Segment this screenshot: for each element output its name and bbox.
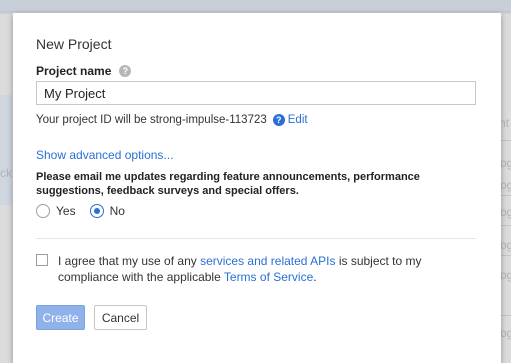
agree-text-suffix: .	[313, 270, 317, 284]
services-apis-link[interactable]: services and related APIs	[200, 254, 335, 268]
cancel-button[interactable]: Cancel	[94, 305, 147, 330]
radio-option-yes[interactable]: Yes	[36, 204, 76, 218]
background-text: og	[500, 238, 511, 252]
show-advanced-options-link[interactable]: Show advanced options...	[36, 148, 173, 162]
terms-agreement-text: I agree that my use of any services and …	[58, 253, 458, 285]
background-divider	[501, 255, 511, 256]
background-text: og	[500, 205, 511, 219]
help-circle-icon[interactable]: ?	[272, 114, 285, 126]
background-divider	[501, 195, 511, 196]
project-id-text: Your project ID will be strong-impulse-1…	[36, 114, 267, 126]
radio-no-label: No	[109, 204, 125, 218]
dialog-title: New Project	[36, 36, 112, 52]
background-text: og	[500, 268, 511, 282]
project-name-label-text: Project name	[36, 64, 112, 78]
radio-yes-label: Yes	[56, 204, 76, 218]
create-button[interactable]: Create	[36, 305, 85, 330]
background-topbar	[0, 0, 511, 14]
new-project-dialog: New Project Project name ? Your project …	[13, 13, 501, 363]
project-id-line: Your project ID will be strong-impulse-1…	[36, 114, 308, 126]
section-divider	[36, 238, 476, 239]
radio-yes[interactable]	[36, 204, 50, 218]
help-circle-icon[interactable]: ?	[119, 65, 132, 77]
background-left-panel	[0, 95, 12, 205]
background-divider	[501, 225, 511, 226]
terms-of-service-link[interactable]: Terms of Service	[224, 270, 313, 284]
email-updates-radio-group: Yes No	[36, 204, 139, 218]
terms-agreement-row: I agree that my use of any services and …	[36, 253, 458, 285]
agree-text-prefix: I agree that my use of any	[58, 254, 201, 268]
radio-option-no[interactable]: No	[89, 204, 125, 218]
radio-no[interactable]	[89, 204, 104, 218]
project-name-label: Project name ?	[36, 64, 132, 78]
email-updates-question: Please email me updates regarding featur…	[36, 171, 420, 197]
project-name-input[interactable]	[36, 81, 476, 105]
background-text: og	[500, 326, 511, 340]
background-divider	[501, 315, 511, 316]
background-text: ck	[0, 166, 12, 180]
background-text: og	[500, 156, 511, 170]
edit-project-id-link[interactable]: Edit	[288, 114, 308, 126]
terms-agreement-checkbox[interactable]	[36, 254, 48, 266]
background-divider	[501, 140, 511, 141]
background-text: og	[500, 178, 511, 192]
